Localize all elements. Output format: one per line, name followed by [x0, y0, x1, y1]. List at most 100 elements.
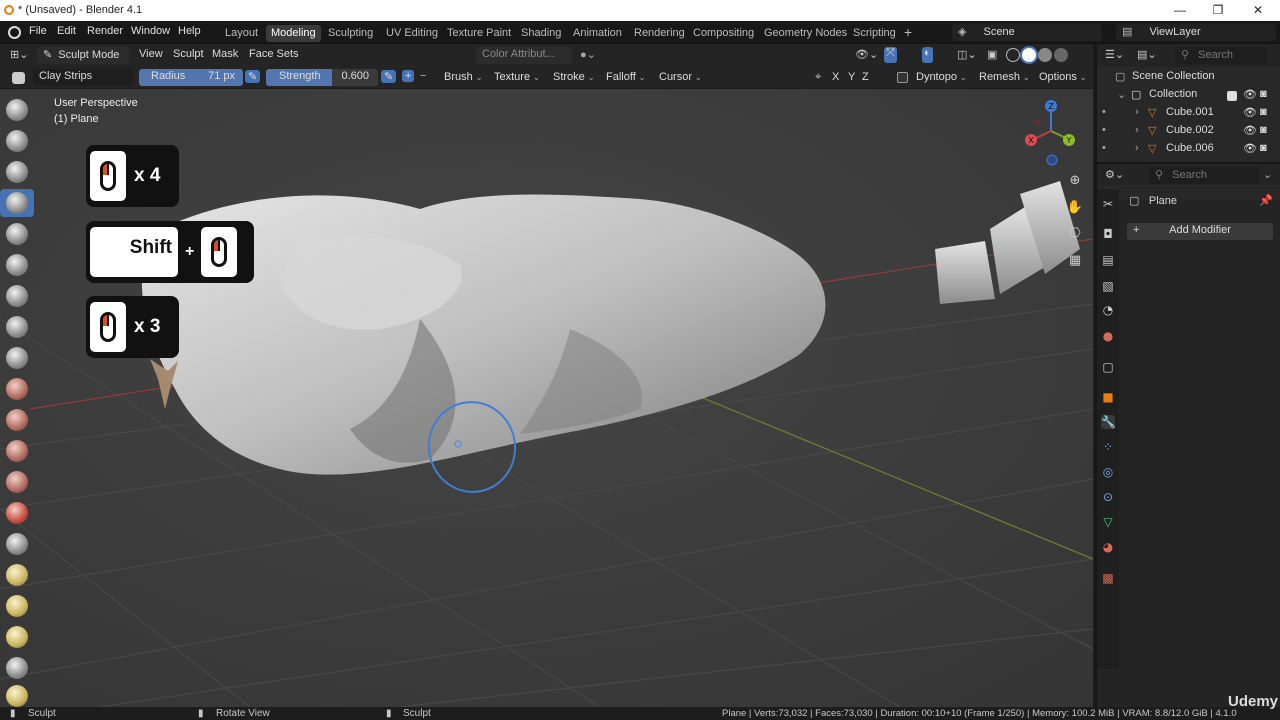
- gizmo-neg-z-axis[interactable]: [1046, 154, 1058, 166]
- mode-selector[interactable]: ✎ Sculpt Mode: [37, 47, 129, 73]
- tool-thumb[interactable]: [0, 654, 34, 682]
- workspace-tab-geometry-nodes[interactable]: Geometry Nodes: [759, 25, 852, 42]
- particles-tab-icon[interactable]: ⁘: [1101, 440, 1115, 454]
- outliner-row-scene-collection[interactable]: ▢ Scene Collection: [1097, 70, 1280, 88]
- overlay-toggle-icon[interactable]: ◐: [922, 47, 933, 63]
- tool-multiplane-scrape[interactable]: [0, 499, 34, 527]
- visibility-eye-icon[interactable]: 👁: [1243, 142, 1257, 155]
- tool-draw[interactable]: [0, 96, 34, 124]
- cursor-menu[interactable]: Cursor: [659, 71, 702, 83]
- maximize-button[interactable]: ❐: [1198, 1, 1238, 20]
- workspace-tab-compositing[interactable]: Compositing: [688, 25, 759, 42]
- 3d-viewport[interactable]: User Perspective (1) Plane x 4 Shift + x…: [0, 89, 1093, 707]
- material-shading-icon[interactable]: [1038, 48, 1052, 62]
- texture-tab-icon[interactable]: ▩: [1101, 571, 1115, 585]
- tool-clay[interactable]: [0, 158, 34, 186]
- add-modifier-button[interactable]: + Add Modifier: [1127, 223, 1273, 240]
- symmetry-icon[interactable]: ⌖: [815, 71, 821, 84]
- remesh-menu[interactable]: Remesh: [979, 71, 1030, 83]
- camera-view-icon[interactable]: ⎔: [1066, 226, 1084, 244]
- blender-menu-icon[interactable]: [8, 26, 21, 39]
- color-attribute-selector[interactable]: Color Attribut...: [476, 47, 572, 64]
- workspace-tab-modeling[interactable]: Modeling: [266, 25, 321, 42]
- workspace-tab-layout[interactable]: Layout: [220, 25, 263, 42]
- visibility-eye-icon[interactable]: 👁: [1243, 106, 1257, 119]
- view-menu[interactable]: View: [139, 48, 163, 60]
- workspace-tab-texture-paint[interactable]: Texture Paint: [442, 25, 516, 42]
- toggle-xray-icon[interactable]: ▣: [987, 48, 997, 61]
- tool-clay-strips[interactable]: [0, 189, 34, 217]
- expand-arrow-icon[interactable]: ›: [1135, 106, 1139, 118]
- render-camera-icon[interactable]: ◙: [1260, 142, 1267, 154]
- workspace-tab-shading[interactable]: Shading: [516, 25, 566, 42]
- sculpt-menu[interactable]: Sculpt: [173, 48, 204, 60]
- dyntopo-menu[interactable]: Dyntopo: [916, 71, 967, 83]
- data-tab-icon[interactable]: ▽: [1101, 515, 1115, 529]
- perspective-grid-icon[interactable]: ▦: [1066, 253, 1084, 271]
- tool-elastic-deform[interactable]: [0, 592, 34, 620]
- tool-crease[interactable]: [0, 344, 34, 372]
- navigation-gizmo[interactable]: Z Y X: [1018, 97, 1084, 167]
- tool-clay-thumb[interactable]: [0, 220, 34, 248]
- mask-menu[interactable]: Mask: [212, 48, 238, 60]
- gizmo-neg-x-axis[interactable]: [1035, 119, 1041, 125]
- workspace-tab-rendering[interactable]: Rendering: [629, 25, 690, 42]
- texture-menu[interactable]: Texture: [494, 71, 540, 83]
- tool-inflate[interactable]: [0, 282, 34, 310]
- shading-dot-icon[interactable]: ●⌄: [580, 48, 596, 61]
- outliner-search-input[interactable]: ⚲ Search: [1175, 47, 1267, 64]
- cube-object-1[interactable]: [935, 241, 995, 304]
- constraints-tab-icon[interactable]: ⊙: [1101, 490, 1115, 504]
- expand-arrow-icon[interactable]: ›: [1135, 124, 1139, 136]
- tool-pose[interactable]: [0, 682, 34, 710]
- material-tab-icon[interactable]: ◕: [1101, 540, 1115, 554]
- collection-tab-icon[interactable]: ▢: [1101, 360, 1115, 374]
- outliner-row-collection[interactable]: ⌄ ▢ Collection 👁 ◙: [1097, 88, 1280, 106]
- radius-field[interactable]: Radius 71 px: [139, 69, 243, 86]
- tool-smooth[interactable]: [0, 375, 34, 403]
- wireframe-shading-icon[interactable]: [1006, 48, 1020, 62]
- outliner-editor-type-icon[interactable]: ☰⌄: [1105, 48, 1124, 61]
- tool-blob[interactable]: [0, 313, 34, 341]
- minimize-button[interactable]: —: [1160, 1, 1200, 20]
- outliner-row-cube-006[interactable]: • › ▽ Cube.006 👁 ◙: [1097, 142, 1280, 160]
- stroke-menu[interactable]: Stroke: [553, 71, 595, 83]
- solid-shading-icon[interactable]: [1022, 48, 1036, 62]
- outliner-row-cube-001[interactable]: • › ▽ Cube.001 👁 ◙: [1097, 106, 1280, 124]
- zoom-icon[interactable]: ⊕: [1066, 173, 1084, 191]
- outliner-display-mode-icon[interactable]: ▤⌄: [1137, 48, 1157, 61]
- scene-tab-icon[interactable]: ◔: [1101, 303, 1115, 317]
- subtract-direction-icon[interactable]: −: [420, 70, 426, 82]
- tool-scrape[interactable]: [0, 468, 34, 496]
- visibility-eye-icon[interactable]: 👁: [1243, 124, 1257, 137]
- close-button[interactable]: ✕: [1238, 1, 1278, 20]
- tool-draw-sharp[interactable]: [0, 127, 34, 155]
- strength-field[interactable]: Strength 0.600: [266, 69, 378, 86]
- visibility-icon[interactable]: 👁⌄: [855, 48, 878, 61]
- properties-search-input[interactable]: ⚲ Search: [1149, 167, 1259, 184]
- expand-collection-icon[interactable]: ⌄: [1117, 88, 1126, 101]
- workspace-tab-uv-editing[interactable]: UV Editing: [381, 25, 443, 42]
- properties-editor-type-icon[interactable]: ⚙⌄: [1105, 168, 1124, 181]
- menu-file[interactable]: File: [29, 25, 47, 37]
- face-sets-menu[interactable]: Face Sets: [249, 48, 299, 60]
- scene-selector[interactable]: ◈ Scene: [952, 24, 1102, 41]
- menu-window[interactable]: Window: [131, 25, 170, 37]
- outliner-row-cube-002[interactable]: • › ▽ Cube.002 👁 ◙: [1097, 124, 1280, 142]
- modifier-tab-icon[interactable]: 🔧: [1101, 415, 1116, 429]
- tool-fill[interactable]: [0, 437, 34, 465]
- pan-hand-icon[interactable]: ✋: [1066, 200, 1084, 218]
- strength-pressure-icon[interactable]: ✎: [381, 70, 397, 83]
- editor-type-icon[interactable]: ⊞⌄: [10, 48, 28, 61]
- view-layer-tab-icon[interactable]: ▧: [1101, 279, 1115, 293]
- brush-menu[interactable]: Brush: [444, 71, 483, 83]
- render-tab-icon[interactable]: ◘: [1101, 227, 1115, 241]
- add-workspace-icon[interactable]: +: [899, 22, 917, 40]
- menu-render[interactable]: Render: [87, 25, 123, 37]
- tool-layer[interactable]: [0, 251, 34, 279]
- options-menu[interactable]: Options: [1039, 71, 1087, 83]
- output-tab-icon[interactable]: ▤: [1101, 253, 1115, 267]
- tool-snake-hook[interactable]: [0, 623, 34, 651]
- falloff-menu[interactable]: Falloff: [606, 71, 646, 83]
- xray-icon[interactable]: ◫⌄: [957, 48, 977, 61]
